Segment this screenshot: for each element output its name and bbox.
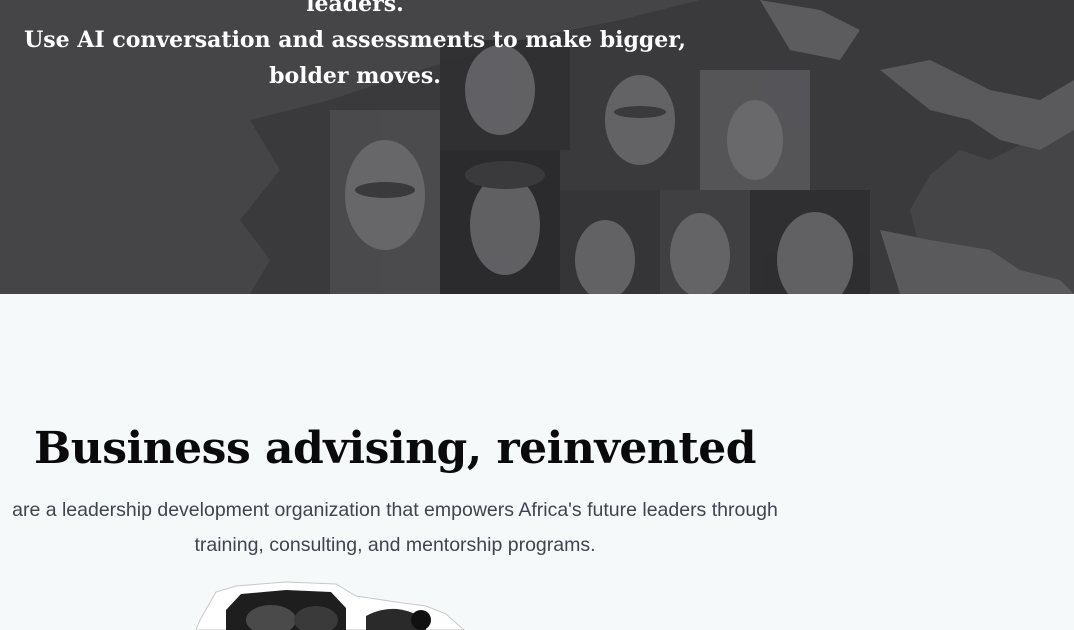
map-region-light-3 xyxy=(880,230,1074,294)
portrait-face xyxy=(727,100,783,180)
hero-line-2: bolder moves. xyxy=(269,63,441,89)
portrait-glasses xyxy=(614,106,666,118)
section-description: are a leadership development organizatio… xyxy=(0,493,824,563)
about-section: Business advising, reinvented are a lead… xyxy=(0,294,1074,630)
description-line-1: are a leadership development organizatio… xyxy=(12,499,778,521)
portrait-face xyxy=(670,213,730,294)
portrait-hat xyxy=(465,161,545,189)
portrait-face xyxy=(470,175,540,275)
section-title: Business advising, reinvented xyxy=(34,423,756,474)
hero-line-1: Use AI conversation and assessments to m… xyxy=(24,27,686,53)
portrait-glasses xyxy=(355,182,415,198)
hero-line-partial: leaders. xyxy=(306,0,404,17)
hero-banner: leaders. Use AI conversation and assessm… xyxy=(0,0,1074,294)
portrait-photo xyxy=(196,581,465,630)
description-line-2: training, consulting, and mentorship pro… xyxy=(194,534,596,556)
hero-headline: leaders. Use AI conversation and assessm… xyxy=(0,0,710,94)
